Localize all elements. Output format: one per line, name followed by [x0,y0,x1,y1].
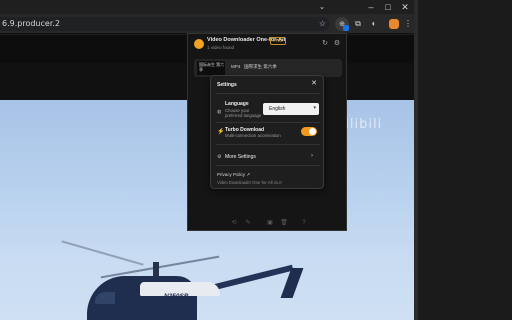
settings-gear-icon[interactable]: ⚙ [333,40,341,48]
privacy-policy-link[interactable]: Privacy Policy ↗ [217,172,250,178]
settings-close-icon[interactable]: ✕ [311,80,317,88]
refresh-icon[interactable]: ↻ [321,40,329,48]
helicopter-registration: N350SB [164,293,189,300]
video-downloader-extension-icon[interactable]: ⊕ [335,17,349,31]
more-settings-icon: ⚙ [217,154,222,160]
maximize-button[interactable]: □ [381,1,395,13]
version-text: Video Downloader One-for-All v1.0 [217,180,282,185]
browser-menu-icon[interactable]: ⋮ [401,17,415,31]
tab-search-icon[interactable]: ⌄ [316,2,328,12]
profile-icon[interactable]: ◐ [367,17,381,31]
browser-titlebar: ⌄ – □ ✕ [0,0,414,14]
divider [216,144,320,145]
pro-badge[interactable]: PRO [270,37,286,45]
popup-footer: ⟲ ✎ ▣ 🗑 ? [188,216,346,230]
chevron-down-icon: ▾ [313,105,316,111]
orange-extension-icon[interactable] [389,19,399,29]
settings-title: Settings [217,82,237,88]
popup-header: Video Downloader One-for-All PRO 1 video… [188,34,346,56]
screenshot-icon[interactable]: ▣ [266,219,274,227]
desktop-background [414,0,512,320]
toggle-knob [309,128,316,135]
thumbnail-text: 国际赤生 第六季 [199,62,225,72]
helicopter-window [95,292,115,304]
extensions-puzzle-icon[interactable]: ⧉ [351,17,365,31]
address-bar[interactable]: 6.9.producer.2 ☆ [0,17,330,31]
close-button[interactable]: ✕ [398,1,412,13]
video-count: 1 video found [207,45,235,50]
edit-icon[interactable]: ✎ [244,219,252,227]
bookmark-star-icon[interactable]: ☆ [319,18,326,30]
settings-dialog: Settings ✕ ◍ Language Choose your prefer… [210,75,324,189]
language-label: Language [225,101,249,107]
language-select[interactable]: English ▾ [263,103,319,115]
divider [216,165,320,166]
video-format: MP4 [231,64,241,69]
more-settings-label[interactable]: More Settings [225,154,256,160]
video-thumbnail: 国际赤生 第六季 [197,61,225,75]
lightning-icon: ⚡ [217,129,225,135]
history-icon[interactable]: ⟲ [230,219,238,227]
screen: ⌄ – □ ✕ 6.9.producer.2 ☆ ⊕ ⧉ ◐ ⋮ bilibil… [0,0,512,320]
globe-icon: ◍ [217,109,222,115]
minimize-button[interactable]: – [364,1,378,13]
divider [216,122,320,123]
language-selected-value: English [269,106,286,112]
app-logo-icon [194,39,204,49]
video-title: 国際求生 第六季 [244,64,277,69]
language-description: Choose your preferred language [225,108,262,118]
help-icon[interactable]: ? [300,219,308,227]
divider [216,93,320,94]
delete-icon[interactable]: 🗑 [280,219,288,227]
extension-badge [343,25,349,31]
address-text[interactable]: 6.9.producer.2 [2,18,60,30]
turbo-toggle[interactable] [301,127,317,136]
chevron-right-icon[interactable]: › [311,153,313,159]
turbo-description: Multi-connection acceleration [225,133,281,138]
